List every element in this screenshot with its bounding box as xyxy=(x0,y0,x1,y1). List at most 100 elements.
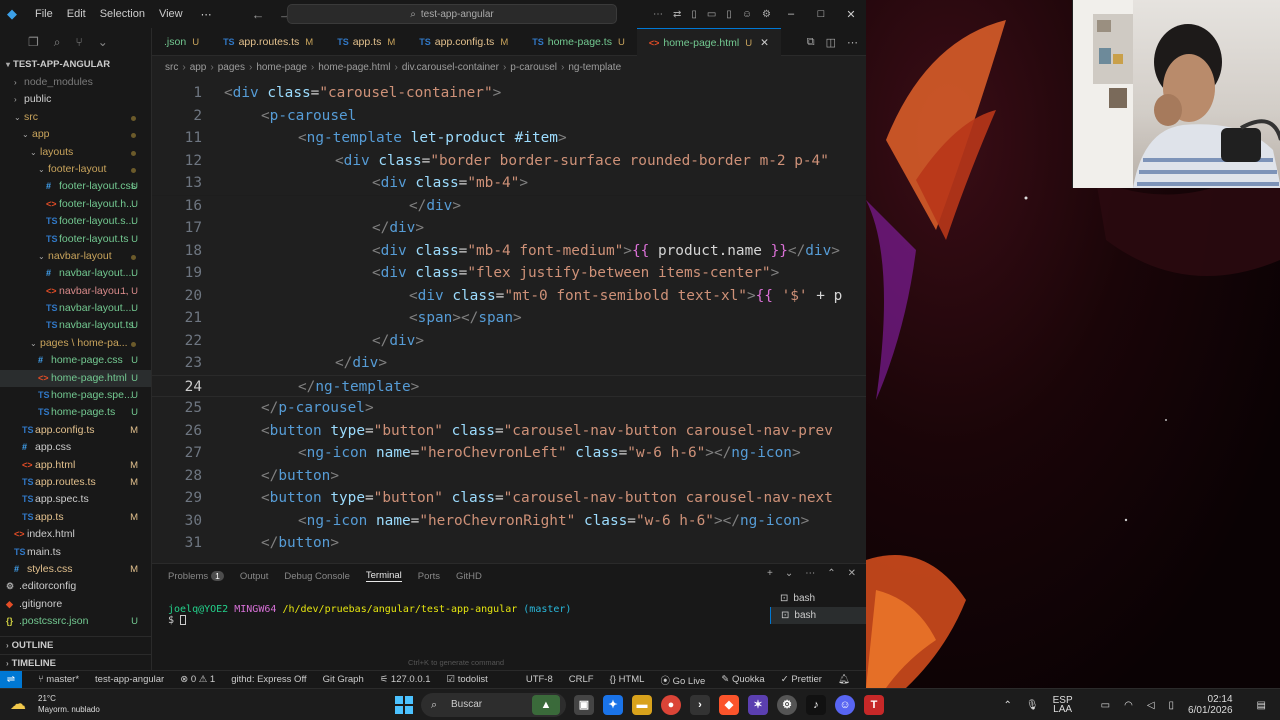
code-line[interactable]: 17 </div> xyxy=(152,217,866,240)
search-view-icon[interactable]: ⌕ xyxy=(54,35,61,50)
maximize-panel-icon[interactable]: ⌃ xyxy=(827,568,835,579)
widget-landscape-icon[interactable]: ▲ xyxy=(532,695,560,715)
weather-widget[interactable]: ☁ 21°C Mayorm. nublado xyxy=(10,693,100,715)
close-panel-icon[interactable]: ✕ xyxy=(848,568,856,579)
file-item[interactable]: TSmain.ts xyxy=(0,544,151,561)
tab-output[interactable]: Output xyxy=(240,571,269,582)
todolist-button[interactable]: ☑ todolist xyxy=(447,674,488,685)
code-line[interactable]: 18 <div class="mb-4 font-medium">{{ produ… xyxy=(152,240,866,263)
microphone-icon[interactable]: 🎙︎ xyxy=(1026,700,1039,711)
code-line[interactable]: 23 </div> xyxy=(152,352,866,375)
file-item[interactable]: <> index.html xyxy=(0,526,151,543)
remote-icon[interactable]: ⇌ xyxy=(0,670,22,689)
editor-tab[interactable]: <> home-page.html U ✕ xyxy=(636,27,781,56)
file-item[interactable]: ◆ .gitignore xyxy=(0,596,151,613)
more-menu-icon[interactable]: ⋯ xyxy=(201,8,212,21)
editor-tab[interactable]: .json U xyxy=(152,28,211,56)
editor-tab[interactable]: TS app.config.ts M xyxy=(407,28,520,56)
terminal-output[interactable]: joelq@YOE2 MINGW64 /h/dev/pruebas/angula… xyxy=(168,604,571,626)
language-mode[interactable]: {} HTML xyxy=(610,674,645,685)
file-item[interactable]: TSapp.spec.ts xyxy=(0,491,151,508)
folder-item[interactable]: ⌄ footer-layout xyxy=(0,161,151,178)
chevron-down-icon[interactable]: ⌄ xyxy=(785,568,793,579)
tiktok-icon[interactable]: ♪ xyxy=(806,695,826,715)
wifi-icon[interactable]: ◠ xyxy=(1124,700,1133,711)
chrome-icon[interactable]: ● xyxy=(661,695,681,715)
code-line[interactable]: 1 <div class="carousel-container"> xyxy=(152,82,866,105)
breadcrumb-item[interactable]: ng-template xyxy=(568,62,621,73)
outline-section[interactable]: › OUTLINE xyxy=(0,636,152,654)
chevron-up-icon[interactable]: ⌃ xyxy=(1004,700,1012,711)
code-line[interactable]: 22 </div> xyxy=(152,330,866,353)
more-actions-icon[interactable]: ⋯ xyxy=(847,36,858,49)
explorer-icon[interactable]: ❐ xyxy=(28,35,39,49)
file-item[interactable]: TSfooter-layout.s... U xyxy=(0,213,151,230)
file-item[interactable]: <> app.html M xyxy=(0,457,151,474)
toggle-secondary-sidebar-icon[interactable]: ▯ xyxy=(726,9,732,20)
terminal-app-icon[interactable]: › xyxy=(690,695,710,715)
breadcrumb-item[interactable]: pages xyxy=(218,62,245,73)
code-line[interactable]: 11 <ng-template let-product #item> xyxy=(152,127,866,150)
menu-selection[interactable]: Selection xyxy=(100,8,145,20)
more-actions-icon[interactable]: ⋯ xyxy=(653,9,663,20)
code-line[interactable]: 26 <button type="button" class="carousel-… xyxy=(152,420,866,443)
more-actions-icon[interactable]: ⋯ xyxy=(805,568,815,579)
file-item[interactable]: TSapp.routes.ts M xyxy=(0,474,151,491)
file-item[interactable]: <> footer-layout.h... U xyxy=(0,196,151,213)
tab-debug-console[interactable]: Debug Console xyxy=(284,571,350,582)
code-editor[interactable]: 1 <div class="carousel-container"> 2 <p-car… xyxy=(152,80,866,563)
code-line[interactable]: 19 <div class="flex justify-between items… xyxy=(152,262,866,285)
tab-githd[interactable]: GitHD xyxy=(456,571,482,582)
code-line[interactable]: 27 <ng-icon name="heroChevronLeft" class=… xyxy=(152,442,866,465)
breadcrumb-item[interactable]: p-carousel xyxy=(510,62,557,73)
code-line[interactable]: 24 </ng-template> xyxy=(152,374,866,397)
toggle-panel-icon[interactable]: ▭ xyxy=(707,9,716,20)
menu-file[interactable]: File xyxy=(35,8,53,20)
breadcrumb-item[interactable]: app xyxy=(190,62,207,73)
breadcrumb-item[interactable]: home-page.html xyxy=(318,62,390,73)
close-window-icon[interactable]: ✕ xyxy=(836,8,866,21)
tab-ports[interactable]: Ports xyxy=(418,571,440,582)
breadcrumb-item[interactable]: home-page xyxy=(256,62,307,73)
file-item[interactable]: ⚙ .editorconfig xyxy=(0,578,151,595)
code-line[interactable]: 12 <div class="border border-surface roun… xyxy=(152,149,866,172)
source-control-icon[interactable]: ⑂ xyxy=(76,35,83,49)
code-line[interactable]: 20 <div class="mt-0 font-semibold text-xl… xyxy=(152,285,866,308)
folder-item[interactable]: › public xyxy=(0,91,151,108)
file-item[interactable]: {} .postcssrc.json U xyxy=(0,613,151,630)
new-terminal-icon[interactable]: + xyxy=(767,568,773,579)
notifications-bell-icon[interactable]: 🔔︎ xyxy=(838,674,850,685)
breadcrumb-item[interactable]: div.carousel-container xyxy=(402,62,499,73)
tab-problems[interactable]: Problems 1 xyxy=(168,570,224,582)
task-view-icon[interactable]: ▣ xyxy=(574,695,594,715)
typefaster-app-icon[interactable]: T xyxy=(864,695,884,715)
githd-status[interactable]: githd: Express Off xyxy=(231,674,306,685)
code-line[interactable]: 2 <p-carousel xyxy=(152,104,866,127)
file-item[interactable]: TSnavbar-layout.... U xyxy=(0,300,151,317)
tab-terminal[interactable]: Terminal xyxy=(365,570,402,582)
folder-item[interactable]: ⌄ navbar-layout xyxy=(0,248,151,265)
git-branch[interactable]: ⑂ master* xyxy=(38,674,79,685)
breadcrumb-item[interactable]: src xyxy=(165,62,178,73)
file-item[interactable]: # navbar-layout.... U xyxy=(0,265,151,282)
copilot-app-icon[interactable]: ✦ xyxy=(603,695,623,715)
code-line[interactable]: 25 </p-carousel> xyxy=(152,397,866,420)
file-item[interactable]: <> home-page.html U xyxy=(0,369,151,388)
folder-item[interactable]: ⌄ src xyxy=(0,109,151,126)
notification-icon[interactable]: ▤ xyxy=(1257,700,1266,711)
file-item[interactable]: TSnavbar-layout.ts U xyxy=(0,317,151,334)
file-item[interactable]: # footer-layout.css U xyxy=(0,178,151,195)
menu-view[interactable]: View xyxy=(159,8,183,20)
file-item[interactable]: TShome-page.spe... U xyxy=(0,387,151,404)
live-server-host[interactable]: ⚟ 127.0.0.1 xyxy=(380,674,431,685)
clock[interactable]: 02:14 6/01/2026 xyxy=(1188,694,1247,716)
git-graph-button[interactable]: Git Graph xyxy=(323,674,364,685)
maximize-icon[interactable]: □ xyxy=(806,8,836,20)
encoding-status[interactable]: UTF-8 xyxy=(526,674,553,685)
split-editor-icon[interactable]: ◫ xyxy=(826,36,836,49)
file-explorer-icon[interactable]: ▬ xyxy=(632,695,652,715)
code-line[interactable]: 30 <ng-icon name="heroChevronRight" class… xyxy=(152,510,866,533)
eol-status[interactable]: CRLF xyxy=(569,674,594,685)
sync-icon[interactable]: ⇄ xyxy=(673,9,681,20)
close-tab-icon[interactable]: ✕ xyxy=(760,37,769,49)
